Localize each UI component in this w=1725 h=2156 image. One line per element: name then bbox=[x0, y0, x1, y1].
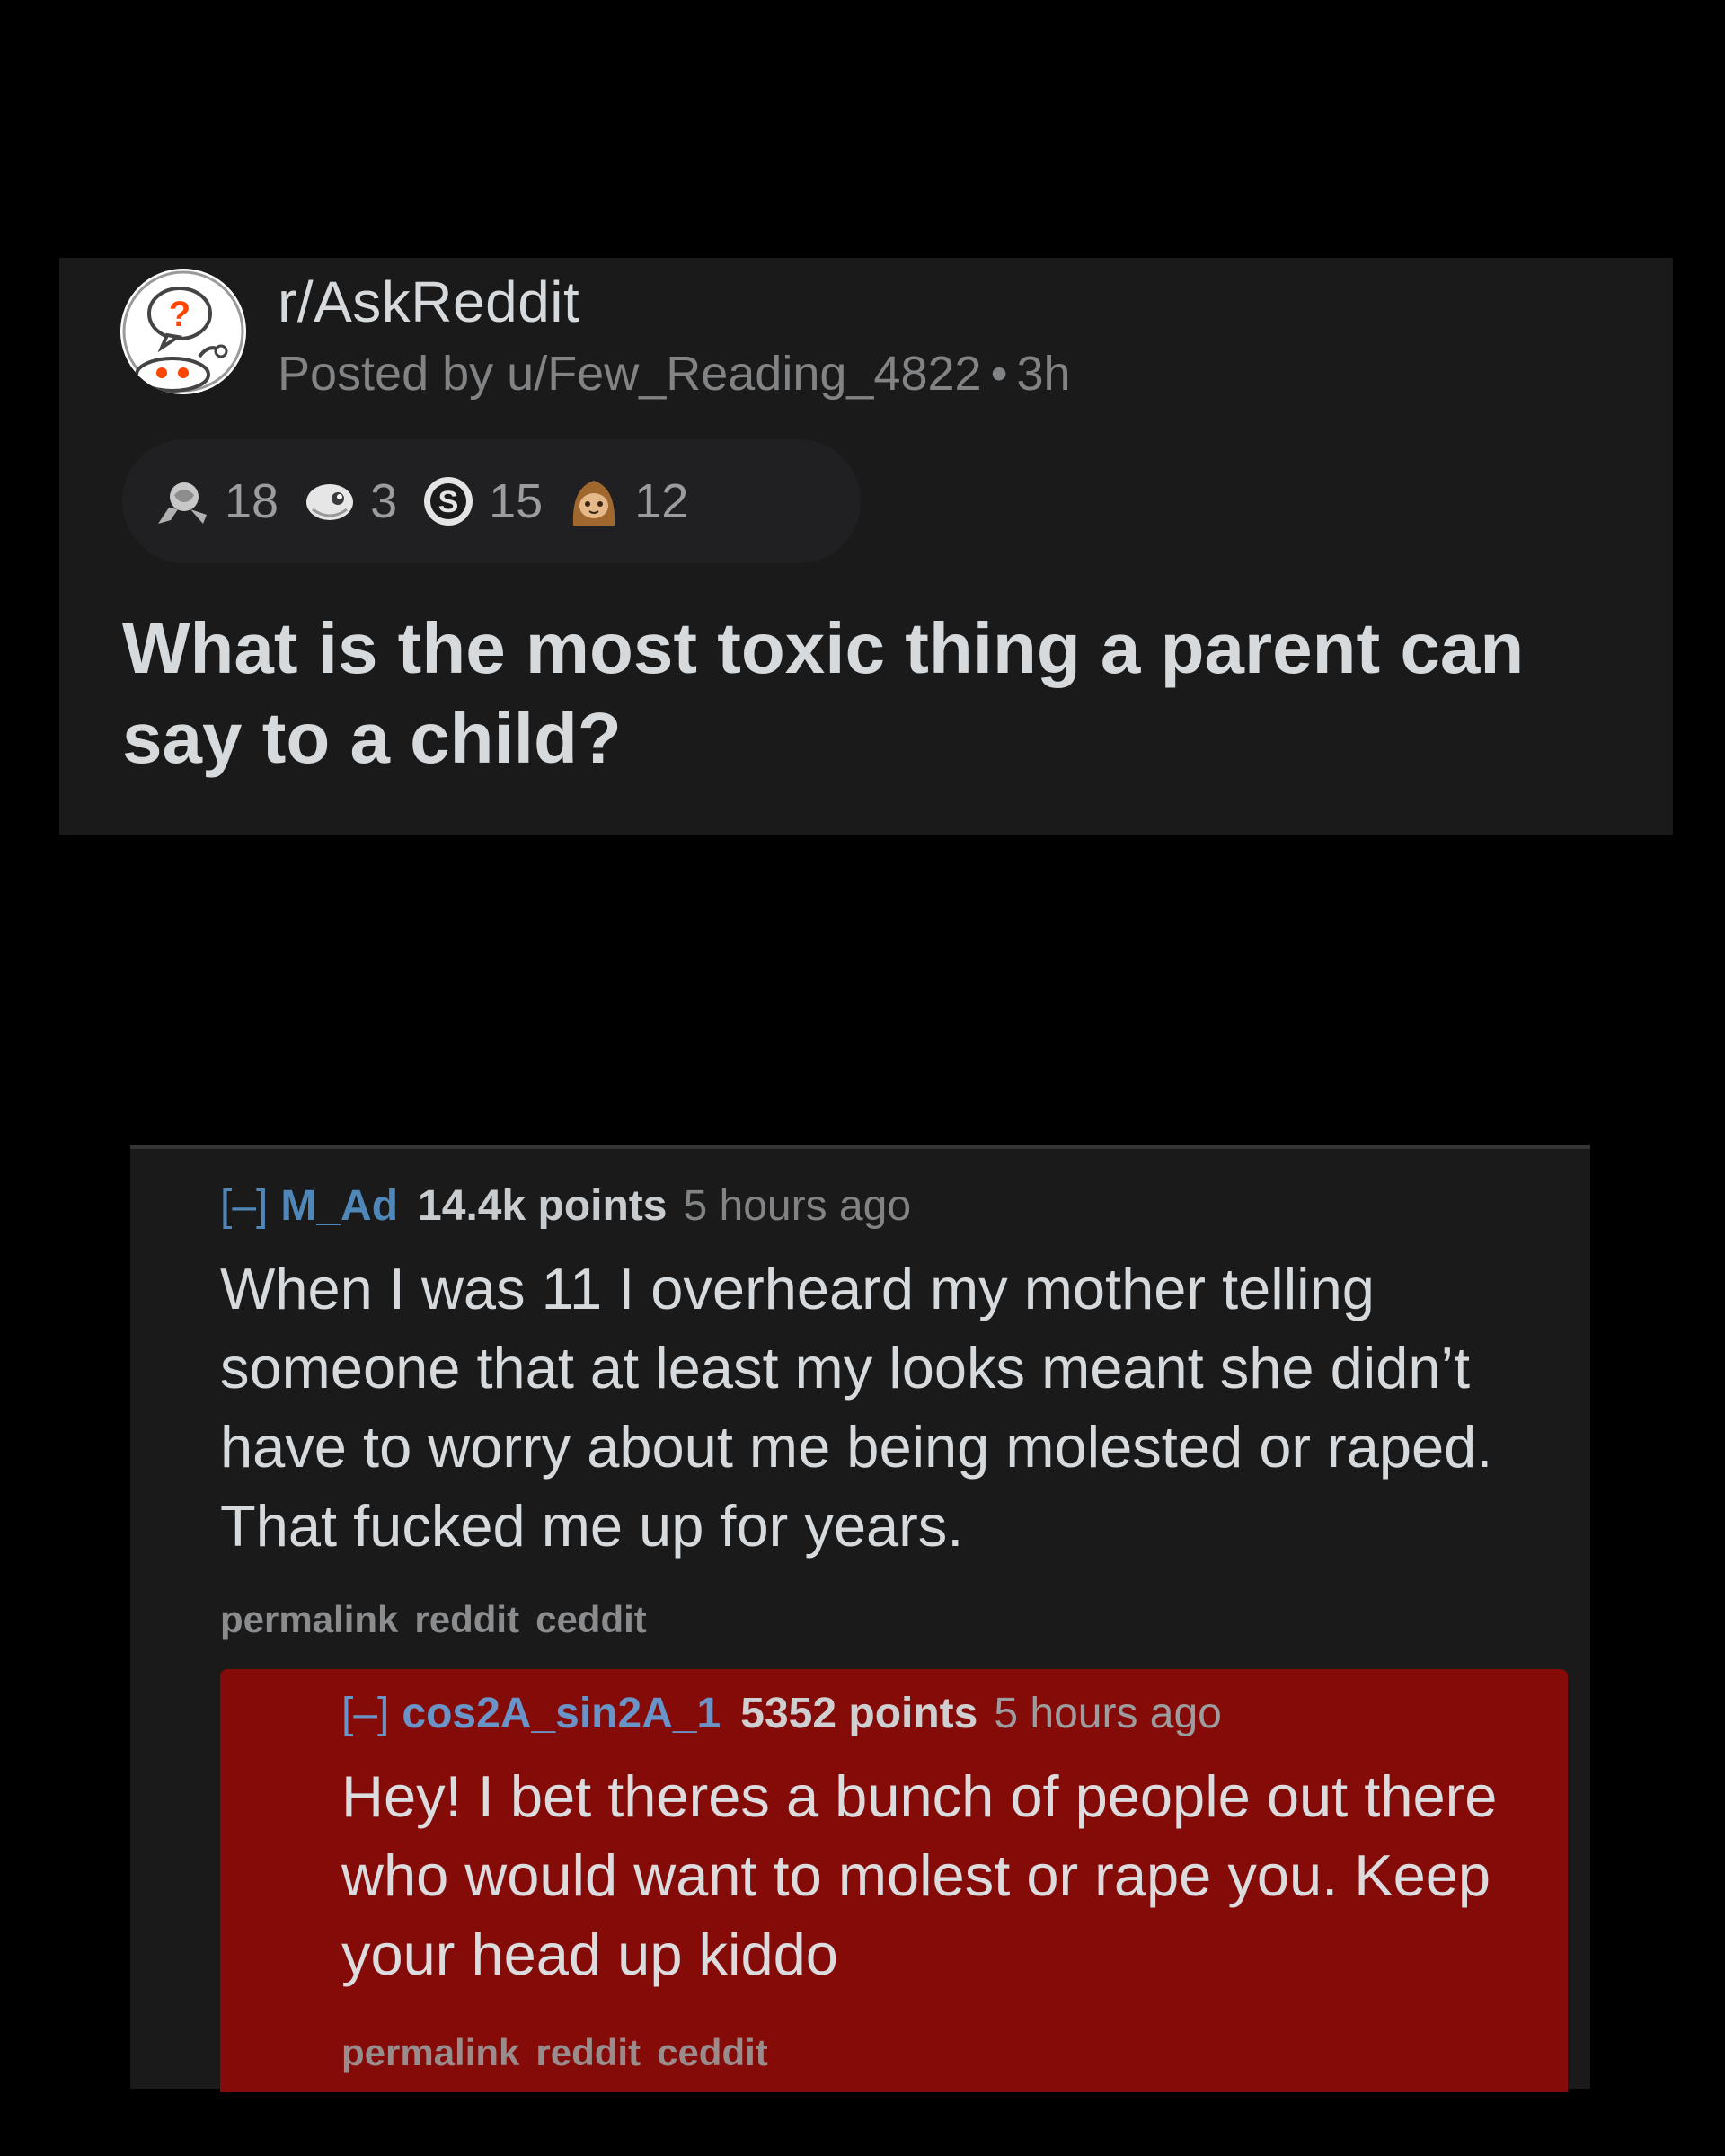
collapse-toggle[interactable]: [–] bbox=[220, 1182, 268, 1230]
ceddit-link[interactable]: ceddit bbox=[657, 2031, 768, 2073]
comment-body: When I was 11 I overheard my mother tell… bbox=[220, 1256, 1493, 1559]
award-count: 12 bbox=[634, 474, 689, 528]
post-title[interactable]: What is the most toxic thing a parent ca… bbox=[122, 604, 1650, 783]
svg-text:S: S bbox=[438, 485, 459, 519]
reply-comment: [–] cos2A_sin2A_1 5352 points 5 hours ago H… bbox=[220, 1669, 1568, 2092]
comment-thread: [–] M_Ad 14.4k points 5 hours ago When I wa… bbox=[130, 1145, 1590, 2092]
award-count: 15 bbox=[489, 474, 544, 528]
comment-links: permalink reddit ceddit bbox=[220, 1598, 663, 1641]
comment-age: 5 hours ago bbox=[683, 1182, 912, 1230]
s-coin-award-icon: S bbox=[424, 477, 473, 526]
svg-text:?: ? bbox=[169, 295, 190, 334]
askreddit-snoo-icon[interactable]: ? bbox=[120, 269, 246, 394]
sloth-award-icon bbox=[573, 481, 615, 526]
post-age: 3h bbox=[1016, 347, 1071, 401]
permalink-link[interactable]: permalink bbox=[220, 1598, 398, 1640]
meta-separator: • bbox=[990, 347, 1008, 401]
reddit-link[interactable]: reddit bbox=[414, 1598, 519, 1640]
reply-author[interactable]: cos2A_sin2A_1 bbox=[402, 1690, 721, 1737]
award-helpful[interactable]: 3 bbox=[300, 472, 397, 531]
award-count: 18 bbox=[225, 474, 279, 528]
permalink-link[interactable]: permalink bbox=[341, 2031, 519, 2073]
reply-age: 5 hours ago bbox=[994, 1690, 1222, 1737]
comment-author[interactable]: M_Ad bbox=[280, 1182, 398, 1230]
post-meta: Posted by u/Few_Reading_4822 • 3h bbox=[278, 346, 1071, 402]
award-silver[interactable]: 18 bbox=[155, 472, 279, 531]
awards-bar[interactable]: 18 3 S 15 12 bbox=[122, 439, 861, 563]
collapse-toggle[interactable]: [–] bbox=[341, 1690, 389, 1737]
reply-header: [–] cos2A_sin2A_1 5352 points 5 hours ago bbox=[341, 1689, 1222, 1738]
ceddit-link[interactable]: ceddit bbox=[535, 1598, 647, 1640]
reply-body: Hey! I bet theres a bunch of people out … bbox=[341, 1763, 1498, 1987]
award-sloth[interactable]: 12 bbox=[564, 472, 688, 531]
subreddit-name[interactable]: r/AskReddit bbox=[278, 269, 579, 335]
helpful-award-icon bbox=[306, 484, 354, 520]
award-s-coin[interactable]: S 15 bbox=[419, 472, 543, 531]
reply-points: 5352 points bbox=[740, 1690, 978, 1737]
screenshot-page: ? r/AskReddit Posted by u/Few_Reading_48… bbox=[0, 0, 1725, 2156]
reddit-link[interactable]: reddit bbox=[535, 2031, 641, 2073]
award-count: 3 bbox=[370, 474, 398, 528]
silver-award-icon bbox=[158, 482, 207, 524]
post-card[interactable]: ? r/AskReddit Posted by u/Few_Reading_48… bbox=[59, 258, 1673, 835]
reply-links: permalink reddit ceddit bbox=[341, 2031, 784, 2074]
posted-by[interactable]: Posted by u/Few_Reading_4822 bbox=[278, 347, 982, 401]
comment-header: [–] M_Ad 14.4k points 5 hours ago bbox=[220, 1181, 911, 1231]
comment-points: 14.4k points bbox=[418, 1182, 668, 1230]
